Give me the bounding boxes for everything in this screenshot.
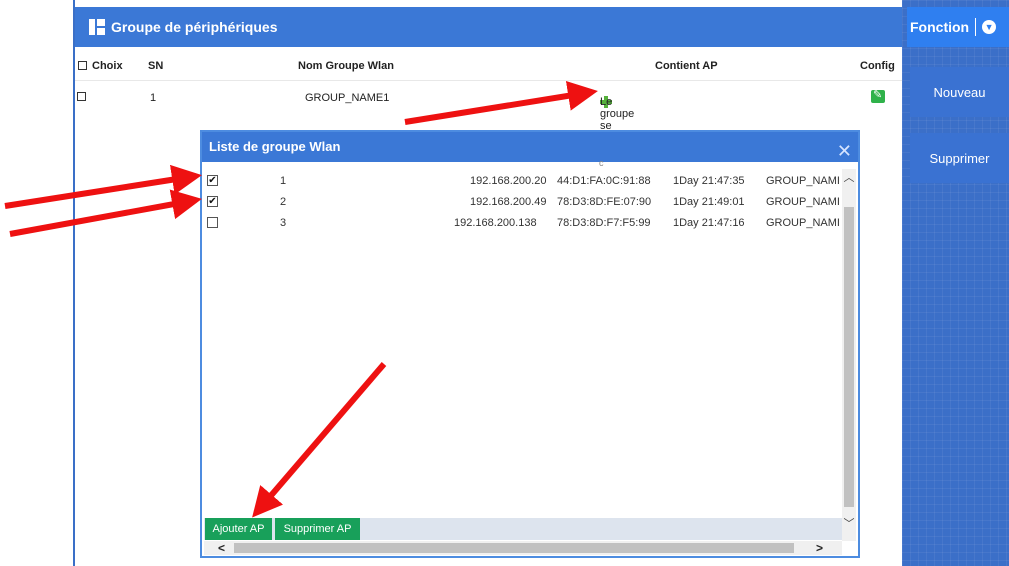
arrow-to-row1-checkbox <box>4 164 202 209</box>
annotation-arrows <box>4 80 598 518</box>
arrow-to-add-ap <box>252 362 387 518</box>
arrow-to-contains-ap <box>404 80 598 125</box>
arrow-to-row2-checkbox <box>9 189 202 237</box>
